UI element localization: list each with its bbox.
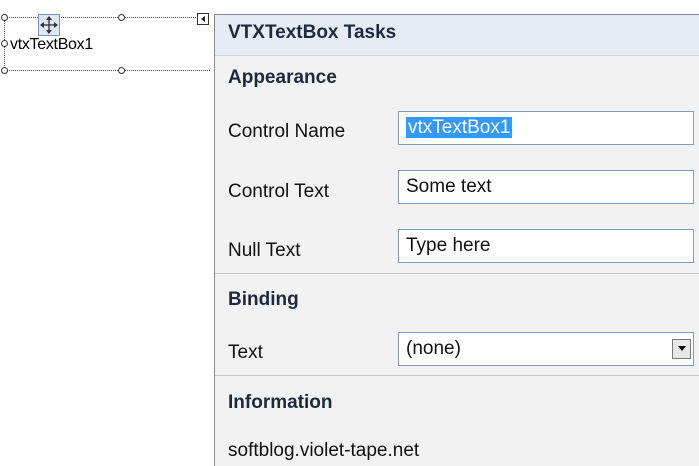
designer-surface: vtxTextBox1 — [0, 0, 214, 466]
selection-frame-extension — [122, 70, 210, 71]
selection-frame-bottom — [4, 70, 122, 71]
control-text-value: Some text — [406, 176, 492, 197]
resize-grip-top-middle[interactable] — [118, 14, 125, 21]
resize-grip-bottom-left[interactable] — [1, 67, 8, 74]
section-divider — [215, 375, 699, 376]
binding-text-combobox[interactable]: (none) — [398, 332, 694, 366]
section-divider — [215, 273, 699, 274]
binding-text-value: (none) — [406, 338, 461, 359]
control-text-label: Control Text — [228, 181, 330, 202]
panel-header: VTXTextBox Tasks — [215, 15, 699, 56]
resize-grip-middle-left[interactable] — [1, 40, 8, 47]
control-name-value: vtxTextBox1 — [406, 117, 513, 138]
selection-frame-top-extension — [122, 17, 196, 18]
move-handle-icon[interactable] — [38, 14, 60, 36]
binding-heading: Binding — [228, 289, 299, 310]
tasks-panel: VTXTextBox Tasks Appearance Control Name… — [214, 14, 699, 466]
resize-grip-bottom-middle[interactable] — [118, 67, 125, 74]
panel-title: VTXTextBox Tasks — [228, 22, 397, 43]
resize-grip-top-left[interactable] — [1, 14, 8, 21]
control-name-label: Control Name — [228, 121, 346, 142]
dropdown-arrow-icon[interactable] — [672, 339, 691, 359]
appearance-heading: Appearance — [228, 67, 337, 88]
null-text-value: Type here — [406, 235, 491, 256]
binding-text-label: Text — [228, 342, 263, 363]
designer-control-text[interactable]: vtxTextBox1 — [10, 36, 93, 54]
control-name-field[interactable]: vtxTextBox1 — [398, 111, 694, 145]
control-text-field[interactable]: Some text — [398, 170, 694, 204]
information-link[interactable]: softblog.violet-tape.net — [228, 440, 419, 462]
null-text-label: Null Text — [228, 240, 301, 261]
information-heading: Information — [228, 392, 333, 413]
null-text-field[interactable]: Type here — [398, 229, 694, 263]
smart-tag-arrow-icon[interactable] — [197, 13, 209, 25]
selection-frame-top — [4, 17, 122, 18]
